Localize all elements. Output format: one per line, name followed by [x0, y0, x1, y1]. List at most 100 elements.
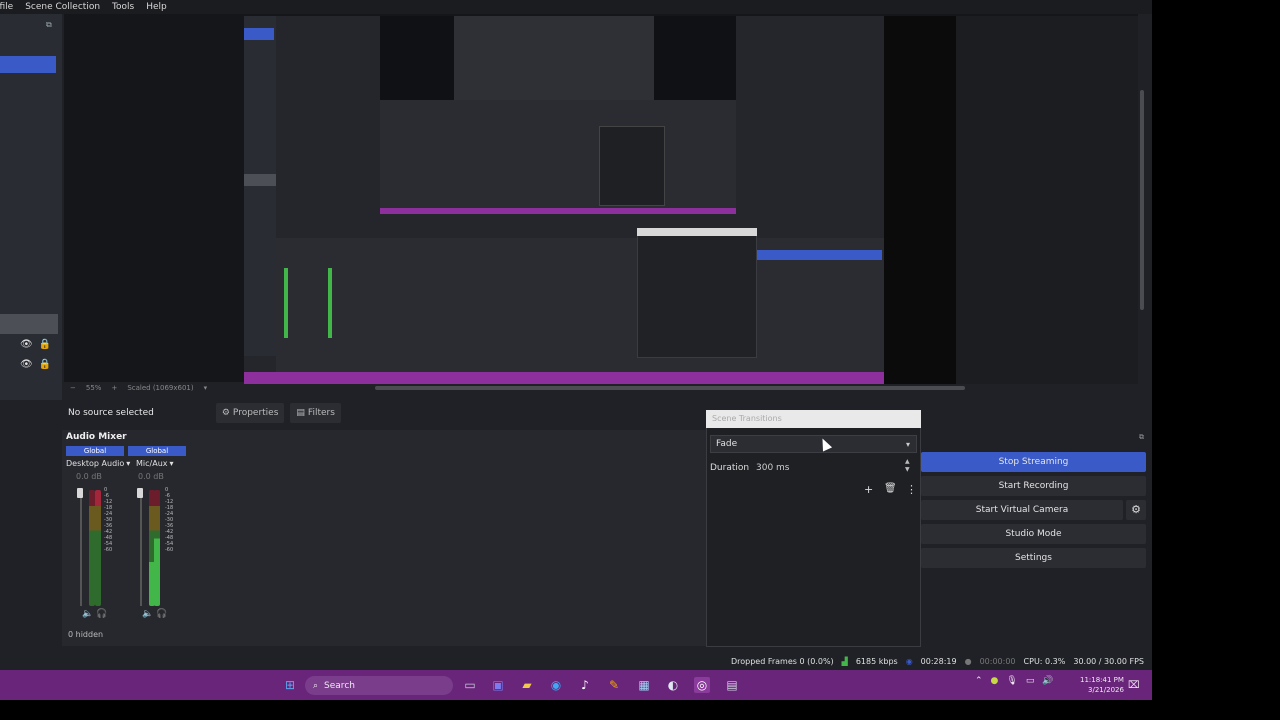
more-options-icon[interactable]: ⋮: [906, 483, 917, 496]
lock-icon[interactable]: 🔒: [39, 339, 51, 350]
task-view-icon[interactable]: ▭: [462, 677, 478, 693]
calculator-icon[interactable]: ▤: [724, 677, 740, 693]
no-source-label: No source selected: [68, 408, 154, 418]
gear-icon: ⚙: [221, 408, 230, 418]
volume-fader[interactable]: [80, 490, 82, 606]
clock-date: 3/21/2026: [1088, 686, 1124, 694]
edge-icon[interactable]: ◉: [548, 677, 564, 693]
source-row[interactable]: 👁 🔒: [20, 357, 52, 371]
nested-transition-popup: [599, 126, 665, 206]
level-meter: [154, 490, 160, 606]
mic-icon[interactable]: 🎙: [1006, 676, 1017, 686]
volume-fader-handle[interactable]: [77, 488, 83, 498]
dropped-frames: Dropped Frames 0 (0.0%): [730, 656, 834, 666]
menu-profile[interactable]: ofile: [0, 2, 13, 12]
canvas-border: [884, 16, 956, 384]
stop-streaming-button[interactable]: Stop Streaming: [921, 452, 1146, 472]
volume-db: 0.0 dB: [138, 472, 164, 481]
chevron-up-icon[interactable]: ⌃: [975, 676, 983, 686]
stream-time: 00:28:19: [920, 656, 957, 666]
duration-input[interactable]: 300 ms: [752, 460, 917, 476]
mixer-channel-mic: Global Mic/Aux ▾ 0.0 dB: [128, 446, 186, 481]
dock-float-icon[interactable]: ⧉: [1139, 433, 1144, 442]
app-tray-icon[interactable]: ●: [991, 676, 999, 686]
nested-stop-streaming: [757, 250, 882, 260]
channel-name[interactable]: Desktop Audio ▾: [66, 459, 130, 468]
streaming-icon: ◉: [905, 656, 913, 666]
channel-name[interactable]: Mic/Aux ▾: [136, 459, 186, 468]
zoom-level: 55%: [85, 384, 102, 392]
volume-fader[interactable]: [140, 490, 142, 606]
menu-scene-collection[interactable]: Scene Collection: [25, 2, 100, 12]
signal-icon: ▟: [841, 656, 848, 666]
studio-mode-button[interactable]: Studio Mode: [921, 524, 1146, 544]
global-tag: Global: [66, 446, 124, 456]
speaker-icon[interactable]: 🔈: [142, 609, 153, 619]
preview-content: [244, 16, 884, 384]
windows-start-icon[interactable]: ⊞: [282, 677, 298, 693]
system-tray: ⌃ ● 🎙 ▭ 🔊: [975, 676, 1054, 686]
trash-icon[interactable]: 🗑: [884, 483, 897, 494]
obs-icon[interactable]: ◎: [694, 677, 710, 693]
chat-icon[interactable]: ▣: [490, 677, 506, 693]
selected-scene-item[interactable]: [0, 56, 56, 73]
notification-icon[interactable]: ⌧: [1128, 680, 1140, 691]
filters-label: Filters: [307, 408, 335, 418]
start-virtual-camera-button[interactable]: Start Virtual Camera: [921, 500, 1123, 520]
preview-hscrollbar[interactable]: [375, 386, 965, 390]
zoom-in-icon[interactable]: +: [111, 384, 117, 392]
transition-select[interactable]: Fade: [710, 435, 917, 453]
file-explorer-icon[interactable]: ▰: [519, 677, 535, 693]
properties-label: Properties: [232, 408, 279, 418]
mixer-channel-desktop: Global Desktop Audio ▾ 0.0 dB: [66, 446, 130, 481]
settings-button[interactable]: Settings: [921, 548, 1146, 568]
hidden-count: 0 hidden: [68, 630, 104, 639]
start-recording-button[interactable]: Start Recording: [921, 476, 1146, 496]
nested-taskbar: [380, 208, 736, 214]
taskbar-search-label: Search: [324, 680, 355, 691]
scene-transitions-title[interactable]: Scene Transitions: [706, 410, 921, 428]
dock-float-icon[interactable]: ⧉: [46, 20, 52, 30]
taskbar-clock[interactable]: 11:18:41 PM 3/21/2026: [1080, 675, 1124, 695]
global-tag: Global: [128, 446, 186, 456]
steam-icon[interactable]: ◐: [665, 677, 681, 693]
zoom-out-icon[interactable]: −: [70, 384, 76, 392]
store-icon[interactable]: ▦: [636, 677, 652, 693]
eye-icon[interactable]: 👁: [20, 339, 33, 350]
eye-icon[interactable]: 👁: [20, 359, 33, 370]
filter-icon: ▤: [296, 408, 305, 418]
gear-icon[interactable]: ⚙: [1126, 500, 1146, 520]
taskbar-search[interactable]: ⌕ Search: [305, 676, 453, 695]
tiktok-icon[interactable]: ♪: [577, 677, 593, 693]
nested-transitions-title: [637, 228, 757, 236]
meter-scale: 0 -6 -12 -18 -24 -30 -36 -42 -48 -54 -60: [165, 487, 174, 553]
menu-tools[interactable]: Tools: [112, 2, 134, 12]
menu-help[interactable]: Help: [146, 2, 167, 12]
volume-db: 0.0 dB: [76, 472, 102, 481]
nested-left-dock: [244, 16, 276, 356]
properties-button[interactable]: ⚙ Properties: [215, 403, 285, 423]
filters-button[interactable]: ▤ Filters: [290, 403, 341, 423]
add-icon[interactable]: +: [864, 483, 873, 496]
cpu-usage: CPU: 0.3%: [1023, 656, 1066, 666]
chevron-down-icon[interactable]: ▾: [170, 459, 174, 468]
notepad-icon[interactable]: ✎: [606, 677, 622, 693]
display-icon[interactable]: ▭: [1026, 676, 1035, 686]
chevron-down-icon[interactable]: ▾: [906, 440, 910, 449]
headphones-icon[interactable]: 🎧: [156, 609, 167, 619]
volume-fader-handle[interactable]: [137, 488, 143, 498]
preview-vscrollbar[interactable]: [1140, 90, 1144, 310]
volume-icon[interactable]: 🔊: [1042, 676, 1053, 686]
clock-time: 11:18:41 PM: [1080, 676, 1124, 684]
headphones-icon[interactable]: 🎧: [96, 609, 107, 619]
nested-source-selected: [244, 174, 276, 186]
nested-transitions-dock: [637, 228, 757, 358]
mixer-mic-icons: 🔈 🎧: [142, 609, 167, 619]
chevron-down-icon[interactable]: ▾: [204, 384, 208, 392]
source-row[interactable]: 👁 🔒: [20, 337, 52, 351]
lock-icon[interactable]: 🔒: [39, 359, 51, 370]
selected-source-item[interactable]: [0, 314, 58, 334]
speaker-icon[interactable]: 🔈: [82, 609, 93, 619]
duration-spinner[interactable]: ▲ ▼: [905, 458, 910, 474]
meter-scale: 0 -6 -12 -18 -24 -30 -36 -42 -48 -54 -60: [104, 487, 113, 553]
